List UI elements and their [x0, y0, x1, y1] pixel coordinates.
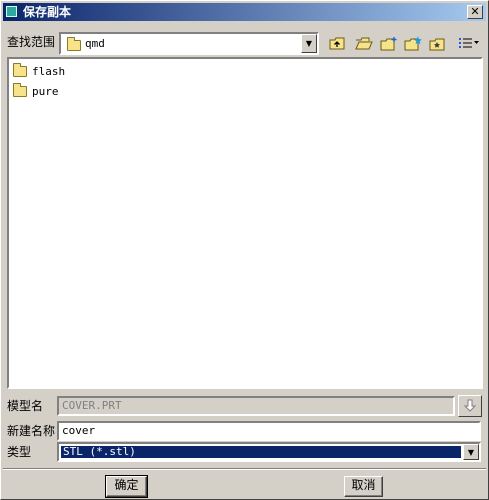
- cancel-button[interactable]: 取消: [344, 476, 383, 497]
- favorites-folder-button[interactable]: [427, 34, 447, 52]
- down-arrow-icon: [463, 399, 477, 412]
- look-in-combo[interactable]: qmd ▼: [59, 32, 319, 55]
- save-copy-dialog: 保存副本 ✕ 查找范围 qmd ▼ flash pure 模型名 COVER.P…: [0, 0, 489, 500]
- look-in-value: qmd: [85, 37, 105, 50]
- app-icon: [6, 6, 17, 17]
- model-browse-button: [458, 395, 482, 417]
- new-folder-star-icon: [404, 35, 422, 50]
- model-name-label: 模型名: [7, 399, 44, 413]
- open-folder-icon: [355, 37, 373, 50]
- close-icon[interactable]: ✕: [467, 5, 483, 19]
- new-folder-star-button[interactable]: [403, 34, 423, 52]
- view-menu-button[interactable]: [457, 34, 481, 52]
- model-name-field: COVER.PRT: [57, 396, 455, 416]
- open-folder-button[interactable]: [354, 34, 374, 52]
- list-view-icon: [459, 38, 479, 48]
- dropdown-arrow-icon[interactable]: ▼: [301, 34, 317, 53]
- up-one-level-button[interactable]: [327, 34, 347, 52]
- list-item-folder[interactable]: pure: [13, 82, 59, 99]
- type-select[interactable]: STL (*.stl) ▼: [57, 442, 481, 462]
- folder-icon: [13, 82, 27, 97]
- window-title: 保存副本: [23, 5, 72, 19]
- dropdown-arrow-icon[interactable]: ▼: [463, 444, 479, 460]
- title-bar[interactable]: 保存副本 ✕: [3, 3, 486, 21]
- new-name-input[interactable]: cover: [57, 421, 481, 441]
- type-selected-value: STL (*.stl): [61, 446, 461, 458]
- new-folder-icon: [380, 36, 397, 50]
- list-item-label: pure: [32, 84, 59, 98]
- ok-button[interactable]: 确定: [105, 475, 148, 498]
- up-one-level-icon: [329, 37, 345, 50]
- file-list[interactable]: flash pure: [7, 57, 483, 389]
- look-in-label: 查找范围: [7, 35, 56, 49]
- folder-icon: [13, 62, 27, 77]
- list-item-folder[interactable]: flash: [13, 62, 66, 79]
- new-folder-button[interactable]: [379, 34, 399, 52]
- divider: [3, 468, 486, 470]
- list-item-label: flash: [32, 64, 66, 78]
- new-name-label: 新建名称: [7, 424, 56, 438]
- folder-icon: [67, 37, 81, 51]
- favorites-folder-icon: [429, 38, 445, 50]
- type-label: 类型: [7, 445, 32, 459]
